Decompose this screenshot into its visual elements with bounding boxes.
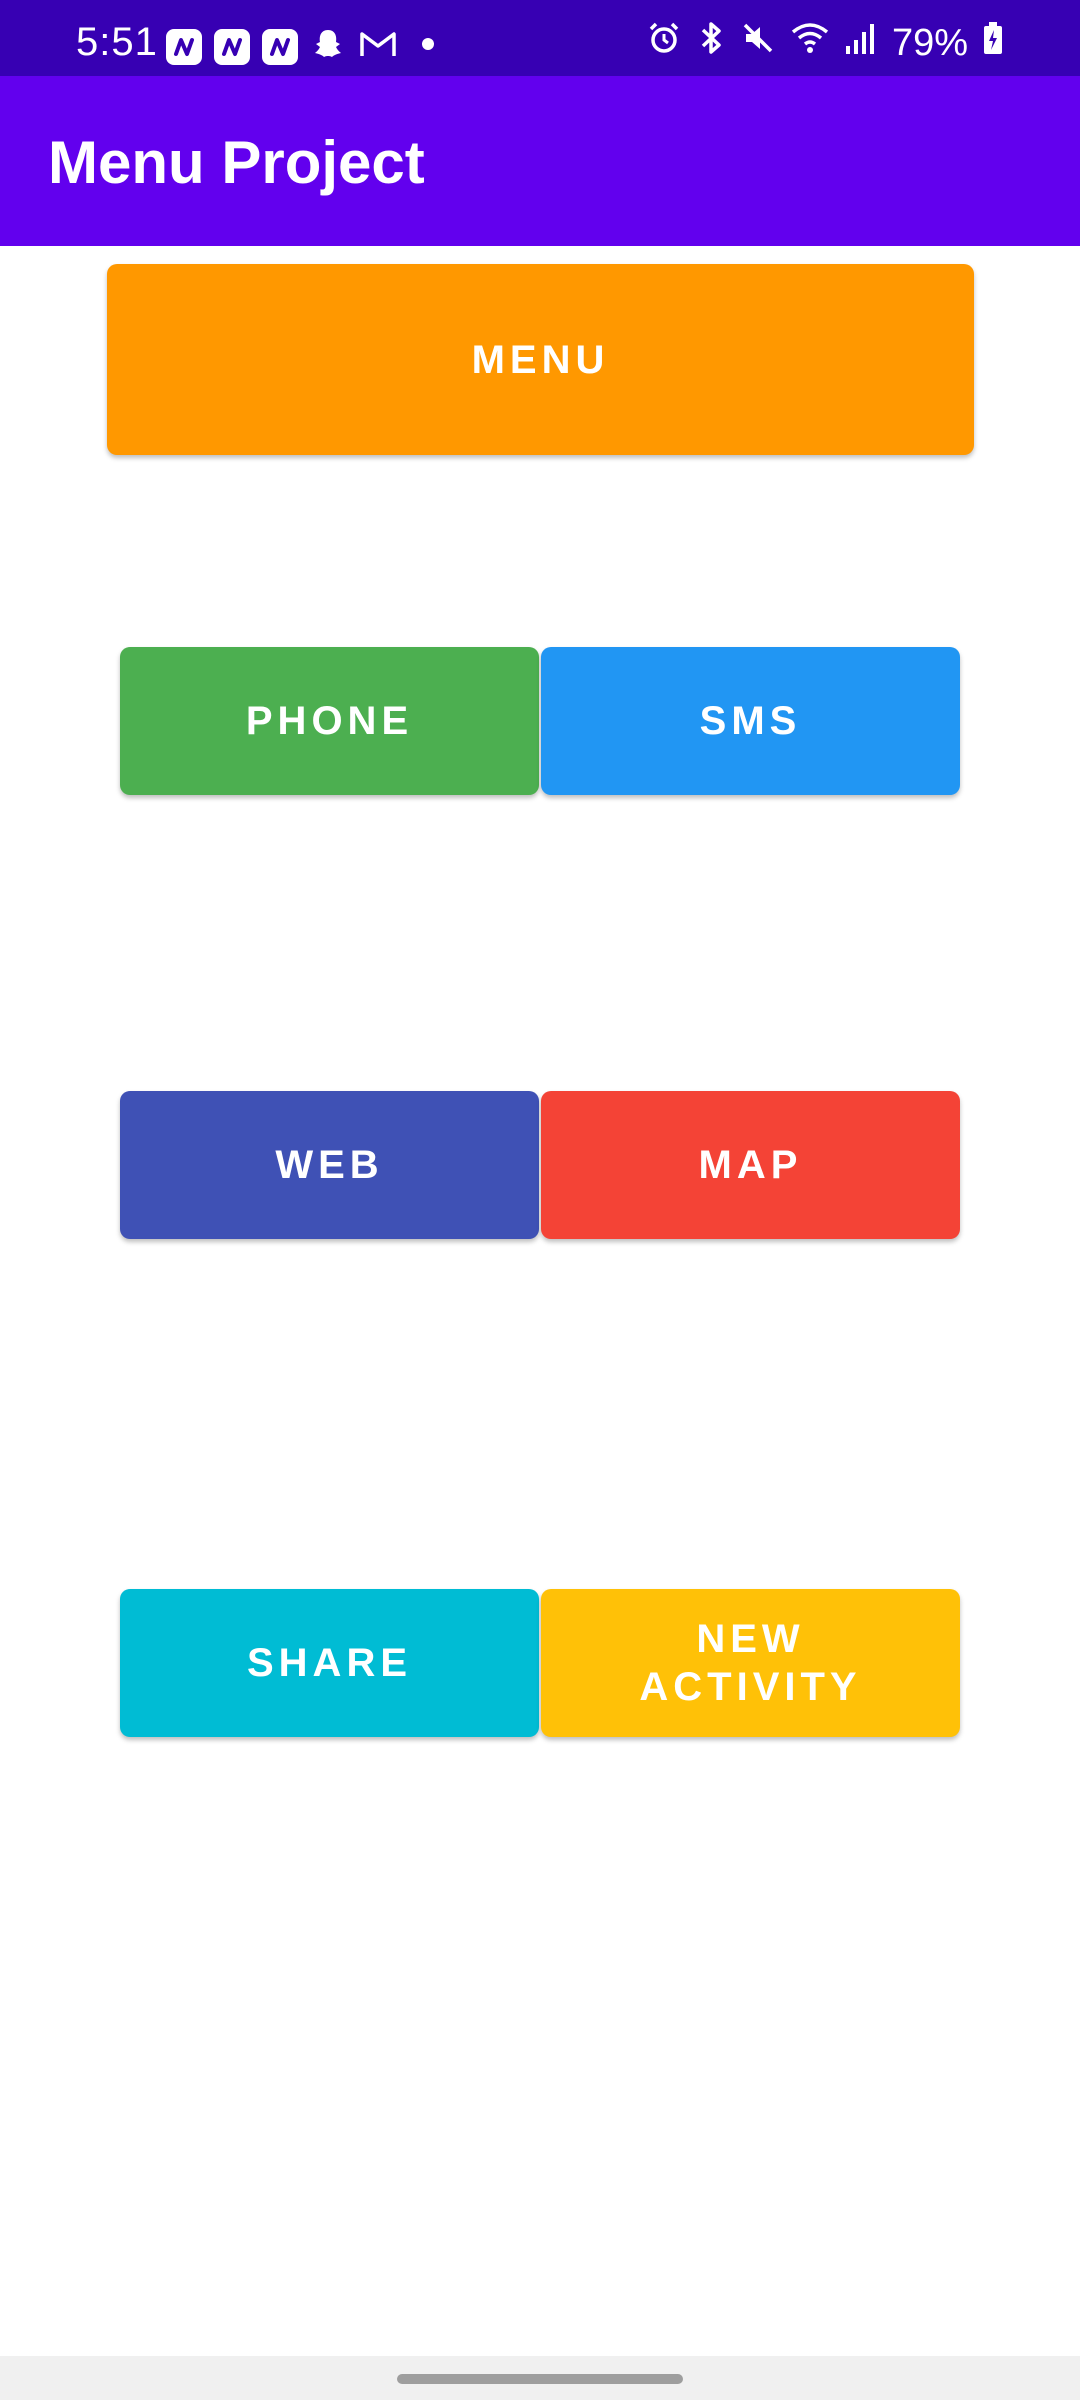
home-gesture-handle[interactable]	[397, 2374, 683, 2384]
gmail-icon	[358, 28, 398, 65]
dot-icon	[410, 26, 446, 67]
battery-percent: 79%	[891, 21, 968, 64]
map-button[interactable]: MAP	[541, 1091, 960, 1239]
navigation-bar	[0, 2356, 1080, 2400]
menu-button[interactable]: MENU	[107, 264, 974, 455]
wifi-icon	[790, 20, 830, 66]
signal-icon	[844, 20, 878, 66]
status-bar: 5:51 79%	[0, 0, 1080, 76]
snapchat-icon	[310, 26, 346, 67]
notification-icons	[166, 26, 446, 67]
status-time: 5:51	[76, 20, 158, 64]
phone-button[interactable]: PHONE	[120, 647, 539, 795]
app-bar: Menu Project	[0, 76, 1080, 246]
bluetooth-icon	[696, 20, 726, 66]
share-button[interactable]: SHARE	[120, 1589, 539, 1737]
app-notification-icon	[214, 28, 250, 65]
battery-charging-icon	[982, 20, 1004, 66]
web-button[interactable]: WEB	[120, 1091, 539, 1239]
sms-button[interactable]: SMS	[541, 647, 960, 795]
app-title: Menu Project	[48, 129, 425, 196]
system-status-icons: 79%	[646, 20, 1004, 66]
alarm-icon	[646, 20, 682, 66]
new-activity-button[interactable]: NEW ACTIVITY	[541, 1589, 960, 1737]
mute-icon	[740, 20, 776, 66]
app-notification-icon	[262, 28, 298, 65]
app-notification-icon	[166, 28, 202, 65]
